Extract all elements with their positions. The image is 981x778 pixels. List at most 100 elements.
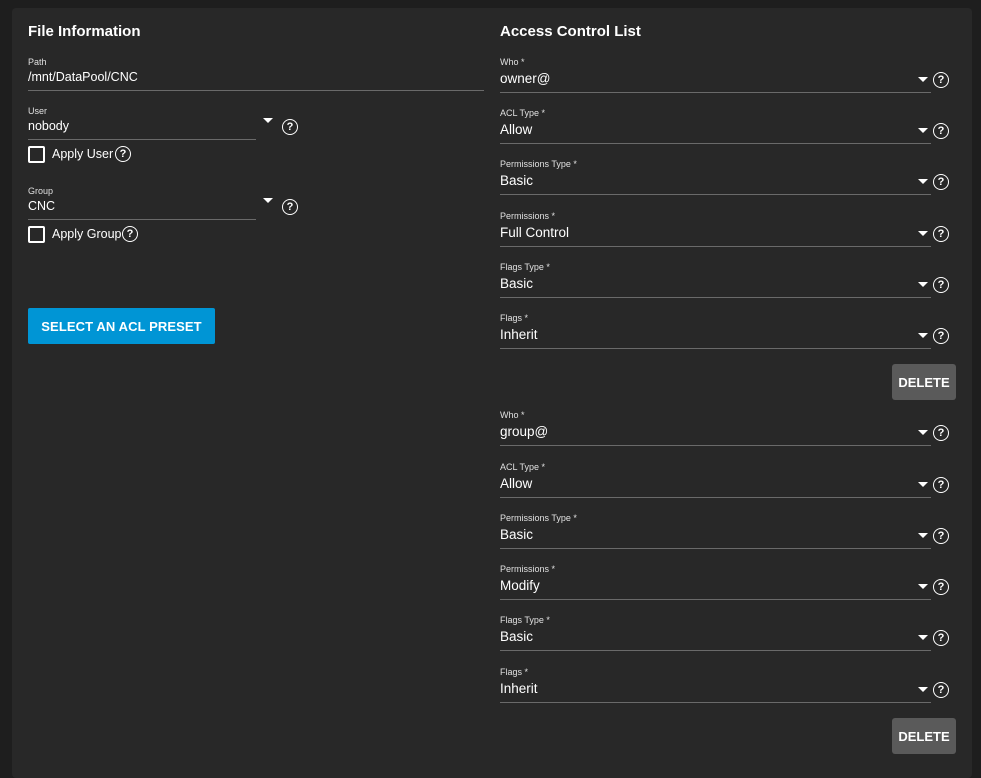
who-label: Who * bbox=[500, 57, 525, 67]
flags-caret-down-icon[interactable] bbox=[918, 333, 928, 338]
group-select[interactable]: Group CNC ? bbox=[28, 186, 318, 220]
select-acl-preset-button[interactable]: SELECT AN ACL PRESET bbox=[28, 308, 215, 344]
flags-underline bbox=[500, 702, 931, 703]
user-help-icon[interactable]: ? bbox=[282, 119, 298, 135]
who-underline bbox=[500, 445, 931, 446]
apply-group-checkbox[interactable] bbox=[28, 226, 45, 243]
who-help-icon[interactable]: ? bbox=[933, 72, 949, 88]
permissions-caret-down-icon[interactable] bbox=[918, 584, 928, 589]
acl-type-label: ACL Type * bbox=[500, 462, 546, 472]
acl-entry-1-acl-type-select[interactable]: ACL Type * Allow ? bbox=[500, 108, 960, 144]
acl-entry-2-delete-button[interactable]: DELETE bbox=[892, 718, 956, 754]
who-value: group@ bbox=[500, 424, 549, 439]
acl-type-help-icon[interactable]: ? bbox=[933, 477, 949, 493]
user-caret-down-icon[interactable] bbox=[263, 118, 273, 123]
acl-type-caret-down-icon[interactable] bbox=[918, 128, 928, 133]
flags-underline bbox=[500, 348, 931, 349]
who-label: Who * bbox=[500, 410, 525, 420]
path-value: /mnt/DataPool/CNC bbox=[28, 70, 138, 84]
path-underline bbox=[28, 90, 484, 91]
acl-entry-1-flags-select[interactable]: Flags * Inherit ? bbox=[500, 313, 960, 349]
who-value: owner@ bbox=[500, 71, 551, 86]
acl-entry-2-acl-type-select[interactable]: ACL Type * Allow ? bbox=[500, 462, 960, 498]
permissions-type-value: Basic bbox=[500, 527, 534, 542]
flags-type-help-icon[interactable]: ? bbox=[933, 630, 949, 646]
flags-type-value: Basic bbox=[500, 276, 534, 291]
permissions-value: Full Control bbox=[500, 225, 570, 240]
permissions-underline bbox=[500, 599, 931, 600]
access-control-list-title: Access Control List bbox=[500, 23, 641, 40]
who-underline bbox=[500, 92, 931, 93]
acl-entry-2-who-select[interactable]: Who * group@ ? bbox=[500, 410, 960, 446]
permissions-type-underline bbox=[500, 194, 931, 195]
permissions-label: Permissions * bbox=[500, 211, 556, 221]
who-caret-down-icon[interactable] bbox=[918, 430, 928, 435]
flags-help-icon[interactable]: ? bbox=[933, 682, 949, 698]
acl-entry-1-permissions-type-select[interactable]: Permissions Type * Basic ? bbox=[500, 159, 960, 195]
file-information-title: File Information bbox=[28, 23, 141, 40]
user-value: nobody bbox=[28, 119, 70, 133]
acl-entry-2-permissions-select[interactable]: Permissions * Modify ? bbox=[500, 564, 960, 600]
path-field: Path /mnt/DataPool/CNC bbox=[28, 57, 484, 91]
permissions-type-underline bbox=[500, 548, 931, 549]
flags-type-value: Basic bbox=[500, 629, 534, 644]
acl-entry-1-who-select[interactable]: Who * owner@ ? bbox=[500, 57, 960, 93]
flags-caret-down-icon[interactable] bbox=[918, 687, 928, 692]
acl-type-caret-down-icon[interactable] bbox=[918, 482, 928, 487]
apply-user-label[interactable]: Apply User bbox=[52, 147, 113, 161]
acl-type-underline bbox=[500, 143, 931, 144]
acl-type-label: ACL Type * bbox=[500, 108, 546, 118]
acl-entry-2-flags-select[interactable]: Flags * Inherit ? bbox=[500, 667, 960, 703]
permissions-underline bbox=[500, 246, 931, 247]
apply-user-checkbox-row[interactable]: Apply User ? bbox=[28, 146, 178, 164]
permissions-caret-down-icon[interactable] bbox=[918, 231, 928, 236]
apply-group-help-icon[interactable]: ? bbox=[122, 226, 138, 242]
flags-type-caret-down-icon[interactable] bbox=[918, 635, 928, 640]
group-caret-down-icon[interactable] bbox=[263, 198, 273, 203]
group-help-icon[interactable]: ? bbox=[282, 199, 298, 215]
user-select[interactable]: User nobody ? bbox=[28, 106, 318, 140]
flags-label: Flags * bbox=[500, 667, 529, 677]
flags-type-caret-down-icon[interactable] bbox=[918, 282, 928, 287]
apply-user-checkbox[interactable] bbox=[28, 146, 45, 163]
acl-entry-1-delete-button[interactable]: DELETE bbox=[892, 364, 956, 400]
flags-value: Inherit bbox=[500, 681, 538, 696]
permissions-label: Permissions * bbox=[500, 564, 556, 574]
flags-type-label: Flags Type * bbox=[500, 615, 550, 625]
permissions-type-value: Basic bbox=[500, 173, 534, 188]
permissions-type-caret-down-icon[interactable] bbox=[918, 179, 928, 184]
who-caret-down-icon[interactable] bbox=[918, 77, 928, 82]
acl-type-value: Allow bbox=[500, 122, 533, 137]
acl-entry-1-flags-type-select[interactable]: Flags Type * Basic ? bbox=[500, 262, 960, 298]
user-label: User bbox=[28, 106, 48, 116]
permissions-help-icon[interactable]: ? bbox=[933, 579, 949, 595]
acl-type-help-icon[interactable]: ? bbox=[933, 123, 949, 139]
apply-group-checkbox-row[interactable]: Apply Group ? bbox=[28, 226, 178, 244]
permissions-type-label: Permissions Type * bbox=[500, 513, 577, 523]
apply-group-label[interactable]: Apply Group bbox=[52, 227, 121, 241]
permissions-value: Modify bbox=[500, 578, 540, 593]
group-underline bbox=[28, 219, 256, 220]
user-underline bbox=[28, 139, 256, 140]
acl-entry-1-permissions-select[interactable]: Permissions * Full Control ? bbox=[500, 211, 960, 247]
permissions-help-icon[interactable]: ? bbox=[933, 226, 949, 242]
acl-editor-card: File Information Path /mnt/DataPool/CNC … bbox=[12, 8, 972, 778]
who-help-icon[interactable]: ? bbox=[933, 425, 949, 441]
acl-entry-2-flags-type-select[interactable]: Flags Type * Basic ? bbox=[500, 615, 960, 651]
acl-type-value: Allow bbox=[500, 476, 533, 491]
group-label: Group bbox=[28, 186, 54, 196]
flags-type-label: Flags Type * bbox=[500, 262, 550, 272]
flags-value: Inherit bbox=[500, 327, 538, 342]
apply-user-help-icon[interactable]: ? bbox=[115, 146, 131, 162]
flags-type-underline bbox=[500, 297, 931, 298]
permissions-type-caret-down-icon[interactable] bbox=[918, 533, 928, 538]
permissions-type-help-icon[interactable]: ? bbox=[933, 528, 949, 544]
permissions-type-label: Permissions Type * bbox=[500, 159, 577, 169]
flags-type-help-icon[interactable]: ? bbox=[933, 277, 949, 293]
path-label: Path bbox=[28, 57, 47, 67]
permissions-type-help-icon[interactable]: ? bbox=[933, 174, 949, 190]
group-value: CNC bbox=[28, 199, 56, 213]
acl-entry-2-permissions-type-select[interactable]: Permissions Type * Basic ? bbox=[500, 513, 960, 549]
flags-help-icon[interactable]: ? bbox=[933, 328, 949, 344]
flags-label: Flags * bbox=[500, 313, 529, 323]
